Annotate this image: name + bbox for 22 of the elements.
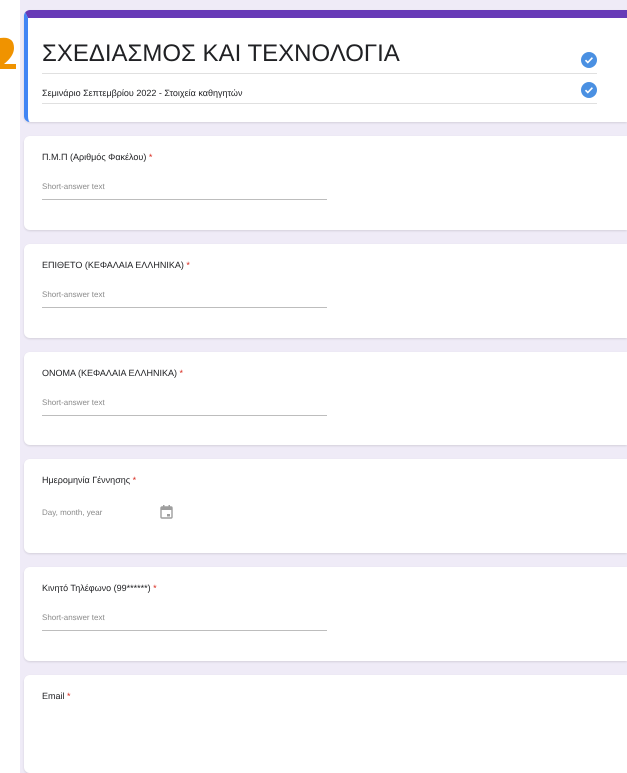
short-answer-field[interactable]: Short-answer text bbox=[42, 182, 327, 200]
short-answer-field[interactable]: Short-answer text bbox=[42, 613, 327, 632]
question-label: Κινητό Τηλέφωνο (99******) bbox=[42, 583, 151, 594]
calendar-icon[interactable] bbox=[160, 505, 174, 520]
check-circle-icon bbox=[581, 52, 597, 68]
required-asterisk: * bbox=[186, 260, 190, 270]
form-description: Σεμινάριο Σεπτεμβρίου 2022 - Στοιχεία καθηγητών bbox=[42, 88, 242, 98]
required-asterisk: * bbox=[67, 691, 71, 702]
date-field[interactable]: Day, month, year bbox=[42, 508, 102, 517]
required-asterisk: * bbox=[132, 475, 136, 486]
short-answer-field[interactable]: Short-answer text bbox=[42, 398, 327, 416]
question-label: Ημερομηνία Γέννησης bbox=[42, 475, 130, 486]
required-asterisk: * bbox=[153, 583, 157, 594]
question-label: Π.Μ.Π (Αριθμός Φακέλου) bbox=[42, 152, 146, 162]
check-circle-icon bbox=[581, 82, 597, 98]
form-title: ΣΧΕΔΙΑΣΜΟΣ ΚΑΙ ΤΕΧΝΟΛΟΓΙΑ bbox=[42, 40, 400, 68]
question-label: Email bbox=[42, 691, 65, 702]
short-answer-field[interactable]: Short-answer text bbox=[42, 290, 327, 308]
required-asterisk: * bbox=[148, 152, 152, 162]
required-asterisk: * bbox=[180, 368, 184, 378]
question-label: ΕΠΙΘΕΤΟ (ΚΕΦΑΛΑΙΑ ΕΛΛΗΝΙΚΑ) bbox=[42, 260, 184, 270]
question-label: ΟΝΟΜΑ (ΚΕΦΑΛΑΙΑ ΕΛΛΗΝΙΚΑ) bbox=[42, 368, 177, 378]
